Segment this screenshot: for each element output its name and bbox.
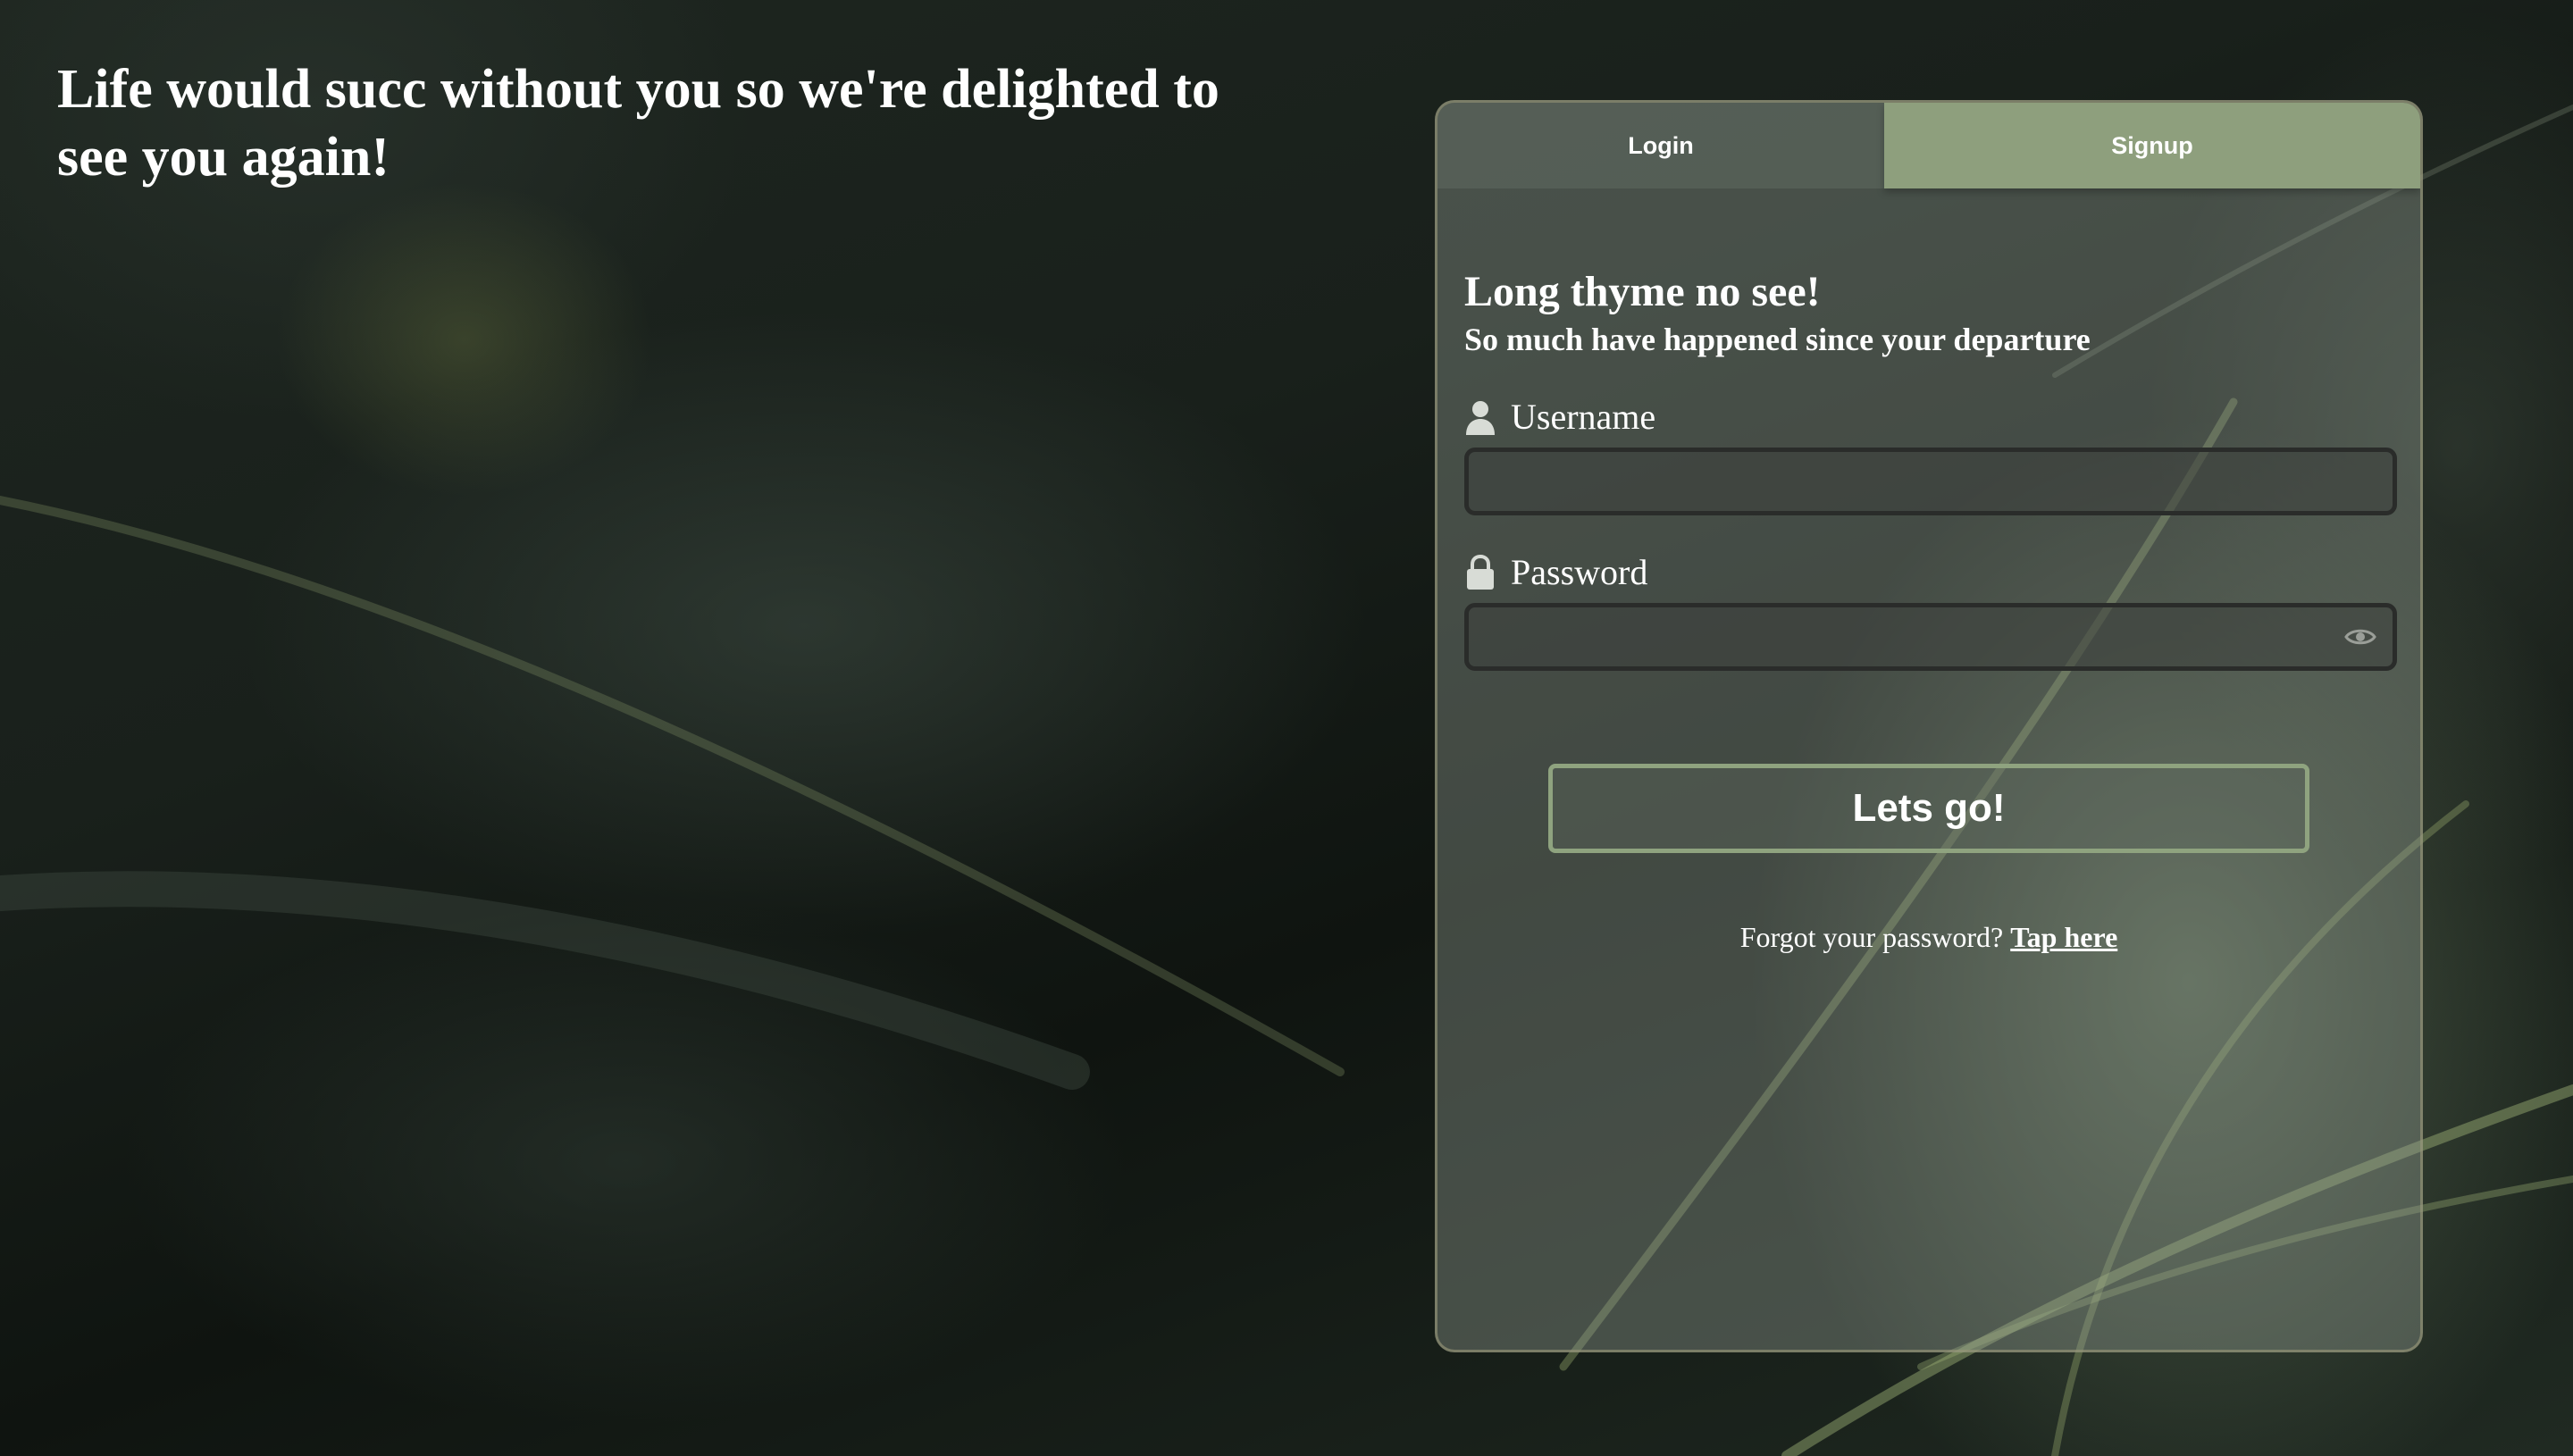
welcome-headline: Life would succ without you so we're del… bbox=[57, 59, 1219, 188]
username-label: Username bbox=[1464, 396, 2393, 439]
password-label-text: Password bbox=[1511, 552, 1648, 592]
tab-login[interactable]: Login bbox=[1437, 103, 1884, 188]
user-icon bbox=[1464, 397, 1496, 437]
tab-signup[interactable]: Signup bbox=[1884, 103, 2420, 188]
login-card: Login Signup Long thyme no see! So much … bbox=[1435, 100, 2423, 1352]
password-label: Password bbox=[1464, 551, 2393, 594]
username-field-wrap bbox=[1464, 448, 2397, 515]
forgot-password-text: Forgot your password? bbox=[1739, 921, 2004, 953]
forgot-password: Forgot your password? Tap here bbox=[1464, 919, 2393, 955]
forgot-password-link[interactable]: Tap here bbox=[2010, 921, 2117, 953]
submit-button[interactable]: Lets go! bbox=[1548, 764, 2309, 853]
password-input[interactable] bbox=[1464, 603, 2397, 671]
username-label-text: Username bbox=[1511, 397, 1656, 437]
login-form: Long thyme no see! So much have happened… bbox=[1437, 267, 2420, 955]
form-title: Long thyme no see! bbox=[1464, 268, 1821, 315]
eye-icon[interactable] bbox=[2343, 620, 2377, 654]
password-field-wrap bbox=[1464, 603, 2397, 671]
lock-icon bbox=[1464, 553, 1496, 592]
auth-tabs: Login Signup bbox=[1437, 103, 2420, 188]
form-subtitle: So much have happened since your departu… bbox=[1464, 322, 2091, 357]
username-input[interactable] bbox=[1464, 448, 2397, 515]
